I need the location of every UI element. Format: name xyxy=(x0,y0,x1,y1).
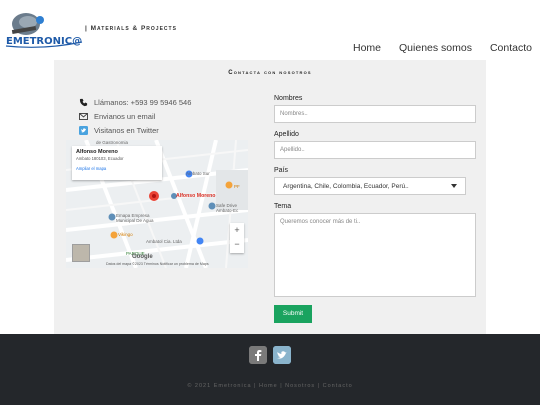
embedded-map[interactable]: Alfonso Moreno Ambato 180103, Ecuador Am… xyxy=(66,140,248,268)
facebook-icon[interactable] xyxy=(249,346,267,364)
map-label-vikingo: Vikingo xyxy=(118,232,133,237)
nav-contacto[interactable]: Contacto xyxy=(490,42,532,54)
map-card-link[interactable]: Ampliar el mapa xyxy=(76,166,158,171)
pais-label: País xyxy=(274,167,289,174)
map-label-ambato-cia: Ambatol Cia. Ltda xyxy=(146,239,182,244)
apellido-label: Apellido xyxy=(274,131,299,138)
pais-select[interactable]: Argentina, Chile, Colombia, Ecuador, Per… xyxy=(274,177,466,195)
map-label-ambato-sur: Ambato Sur xyxy=(186,171,210,176)
tema-textarea[interactable]: Queremos conocer más de ti.. xyxy=(274,213,476,297)
map-footer-text[interactable]: Datos del mapa ©2023 Términos Notificar … xyxy=(106,262,209,266)
google-logo: Google xyxy=(132,254,153,260)
nombres-label: Nombres xyxy=(274,95,303,102)
section-title: Contacta con nosotros xyxy=(228,70,312,76)
twitter-icon xyxy=(78,125,88,135)
copyright-text: © 2021 Emetronica | Home | Nosotros | Co… xyxy=(187,383,353,389)
map-label-pf: PF xyxy=(234,184,240,189)
contact-list: Llámanos: +593 99 5946 546 Envianos un e… xyxy=(78,95,191,137)
pais-select-value: Argentina, Chile, Colombia, Ecuador, Per… xyxy=(283,182,409,190)
nav-quienes-somos[interactable]: Quienes somos xyxy=(399,42,472,54)
apellido-input[interactable]: Apellido.. xyxy=(274,141,476,159)
contact-phone-text: Llámanos: +593 99 5946 546 xyxy=(94,97,192,107)
map-pin-label[interactable]: Alfonso Moreno xyxy=(176,193,215,199)
contact-email[interactable]: Envianos un email xyxy=(78,109,191,123)
contact-twitter[interactable]: Visitanos en Twitter xyxy=(78,123,191,137)
site-footer: © 2021 Emetronica | Home | Nosotros | Co… xyxy=(0,334,540,405)
map-card-address: Ambato 180103, Ecuador xyxy=(76,156,124,161)
tagline: | Materials & Projects xyxy=(85,25,177,32)
contact-phone[interactable]: Llámanos: +593 99 5946 546 xyxy=(78,95,191,109)
chevron-down-icon xyxy=(451,183,457,190)
map-info-card: Alfonso Moreno Ambato 180103, Ecuador Am… xyxy=(72,146,162,180)
nav-home[interactable]: Home xyxy=(353,42,381,54)
submit-button[interactable]: Submit xyxy=(274,305,312,323)
social-links xyxy=(249,346,291,364)
phone-icon xyxy=(78,97,88,107)
contact-email-text: Envianos un email xyxy=(94,111,156,121)
map-card-title: Alfonso Moreno xyxy=(76,149,118,155)
zoom-out-button[interactable]: − xyxy=(230,237,244,251)
zoom-in-button[interactable]: + xyxy=(230,223,244,237)
contact-form: Nombres Nombres.. Apellido Apellido.. Pa… xyxy=(274,95,476,323)
logo[interactable]: EMETRONIC@ xyxy=(4,6,84,50)
map-zoom-control: + − xyxy=(230,223,244,253)
site-header: EMETRONIC@ | Materials & Projects Home Q… xyxy=(0,0,540,60)
twitter-icon[interactable] xyxy=(273,346,291,364)
map-label-safe-drive: Safe Drive Ambato-Ec xyxy=(216,203,239,213)
envelope-icon xyxy=(78,111,88,121)
logo-text: EMETRONIC@ xyxy=(6,36,82,47)
contact-twitter-text: Visitanos en Twitter xyxy=(94,125,159,135)
contact-section: Contacta con nosotros Llámanos: +593 99 … xyxy=(54,60,486,334)
tema-label: Tema xyxy=(274,203,292,210)
main-nav: Home Quienes somos Contacto xyxy=(353,42,532,54)
nombres-input[interactable]: Nombres.. xyxy=(274,105,476,123)
map-label-gastronomia: de Gastronomia xyxy=(96,140,129,145)
map-label-emapa: Emapa Empresa Municipal De Agua xyxy=(116,213,154,223)
